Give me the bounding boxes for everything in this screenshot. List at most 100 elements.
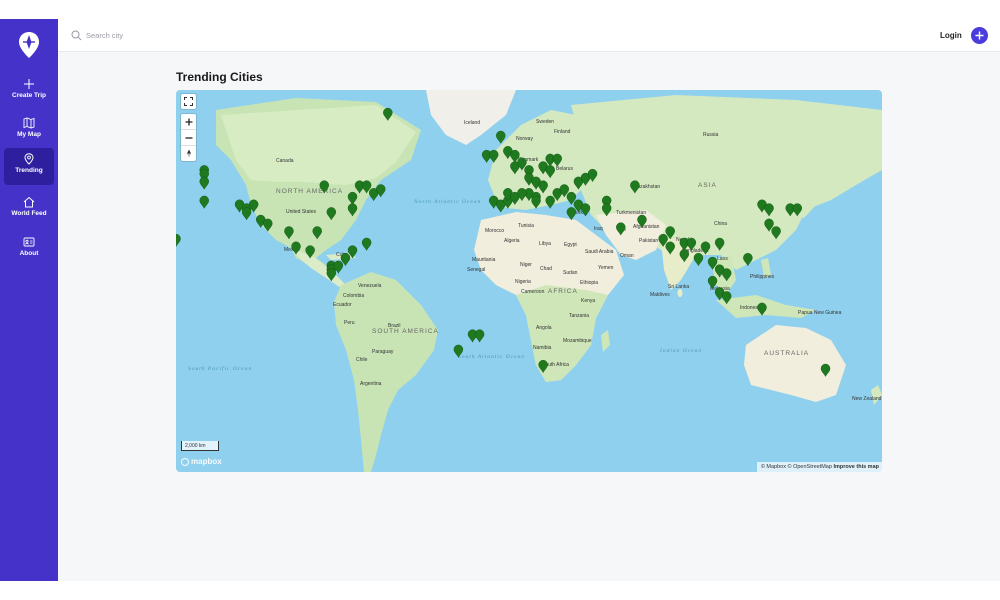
sidebar-item-create-trip[interactable]: Create Trip (4, 73, 54, 110)
top-bar: Login (58, 19, 1000, 52)
land-new-zealand (871, 385, 882, 405)
search-input[interactable] (86, 28, 286, 43)
place-label: Venezuela (358, 283, 382, 289)
land-australia (744, 325, 846, 402)
add-button[interactable] (971, 27, 988, 44)
place-label: Saudi Arabia (585, 249, 614, 255)
place-label: Pakistan (639, 238, 658, 244)
city-marker[interactable] (176, 233, 181, 248)
attribution-text[interactable]: © Mapbox © OpenStreetMap (761, 464, 832, 470)
place-label: China (714, 221, 727, 227)
mapbox-logo-icon (181, 457, 189, 466)
sidebar-item-my-map[interactable]: My Map (4, 112, 54, 149)
place-label: Laos (717, 256, 728, 262)
main-content: Trending Cities NORTH AMERICA SOUTH AMER… (58, 52, 1000, 581)
search-icon (71, 30, 82, 41)
city-marker[interactable] (496, 130, 506, 144)
sidebar-item-about[interactable]: About (4, 231, 54, 268)
place-label: Namibia (533, 345, 552, 351)
place-label: Kenya (581, 298, 595, 304)
improve-map-link[interactable]: Improve this map (833, 464, 879, 470)
navigation-control (181, 114, 196, 161)
minus-icon (185, 136, 192, 139)
login-link[interactable]: Login (940, 31, 962, 40)
continent-label: AUSTRALIA (764, 350, 809, 357)
place-label: Afghanistan (633, 224, 660, 230)
land-sri-lanka (677, 289, 683, 297)
place-label: Sudan (563, 270, 578, 276)
ocean-label: Indian Ocean (659, 348, 702, 354)
place-label: Argentina (360, 381, 382, 387)
city-marker[interactable] (474, 329, 485, 343)
sidebar-item-label: Create Trip (12, 92, 46, 99)
place-label: Norway (516, 136, 533, 142)
city-marker[interactable] (545, 195, 555, 209)
place-label: Paraguay (372, 349, 394, 355)
place-label: Sweden (536, 119, 554, 125)
place-label: Papua New Guinea (798, 310, 842, 316)
trending-map[interactable]: NORTH AMERICA SOUTH AMERICA AFRICA ASIA … (176, 90, 882, 472)
id-card-icon (23, 237, 35, 247)
city-marker[interactable] (361, 237, 372, 251)
place-label: United States (286, 209, 317, 215)
fullscreen-button[interactable] (181, 94, 196, 109)
place-label: Nigeria (515, 279, 531, 285)
city-marker[interactable] (241, 207, 252, 221)
place-label: Ecuador (333, 302, 352, 308)
place-label: Peru (344, 320, 355, 326)
city-marker[interactable] (199, 195, 209, 209)
place-label: Mauritania (472, 257, 496, 263)
ocean-label: North Atlantic Ocean (413, 199, 481, 205)
place-label: Iraq (594, 226, 603, 232)
place-label: Russia (703, 132, 719, 138)
logo-compass-icon[interactable] (17, 31, 41, 59)
location-pin-icon (24, 153, 34, 165)
zoom-in-button[interactable] (181, 114, 196, 129)
map-attribution: © Mapbox © OpenStreetMap Improve this ma… (756, 462, 882, 472)
land-madagascar (601, 330, 610, 352)
ocean-label: South Atlantic Ocean (458, 354, 525, 360)
continent-label: NORTH AMERICA (276, 188, 343, 195)
continent-label: AFRICA (548, 288, 578, 295)
page-title: Trending Cities (176, 70, 263, 84)
sidebar-item-label: My Map (17, 131, 41, 138)
city-marker[interactable] (566, 207, 577, 221)
place-label: Senegal (467, 267, 485, 273)
place-label: Niger (520, 262, 532, 268)
place-label: Egypt (564, 242, 577, 248)
place-label: Colombia (343, 293, 364, 299)
place-label: Sri Lanka (668, 284, 689, 290)
sidebar-item-label: About (19, 250, 39, 257)
world-basemap[interactable]: NORTH AMERICA SOUTH AMERICA AFRICA ASIA … (176, 90, 882, 472)
sidebar-item-trending[interactable]: Trending (4, 148, 54, 185)
mapbox-logo[interactable]: mapbox (181, 457, 222, 466)
city-marker[interactable] (199, 176, 209, 190)
place-label: Angola (536, 325, 552, 331)
sidebar: Create Trip My Map Trending World Feed A… (0, 19, 58, 581)
sidebar-item-label: World Feed (11, 210, 47, 217)
place-label: Maldives (650, 292, 670, 298)
city-marker[interactable] (693, 253, 704, 267)
place-label: Iceland (464, 120, 480, 126)
sidebar-item-world-feed[interactable]: World Feed (4, 191, 54, 228)
compass-button[interactable] (181, 146, 196, 161)
place-label: Tunisia (518, 223, 534, 229)
place-label: Ethiopia (580, 280, 598, 286)
place-label: Chad (540, 266, 552, 272)
fullscreen-control (181, 94, 196, 109)
place-label: Chile (356, 357, 368, 363)
map-icon (23, 117, 35, 129)
plus-icon (975, 31, 984, 40)
continent-label: ASIA (698, 182, 717, 189)
zoom-out-button[interactable] (181, 130, 196, 145)
plus-icon (24, 79, 34, 89)
place-label: Mozambique (563, 338, 592, 344)
place-label: Canada (276, 158, 294, 164)
ocean-label: South Pacific Ocean (188, 365, 252, 372)
place-label: Cameroon (521, 289, 545, 295)
place-label: Philippines (750, 274, 775, 280)
plus-icon (185, 118, 192, 125)
scale-bar: 2,000 km (181, 441, 219, 451)
place-label: Oman (620, 253, 634, 259)
place-label: Libya (539, 241, 551, 247)
